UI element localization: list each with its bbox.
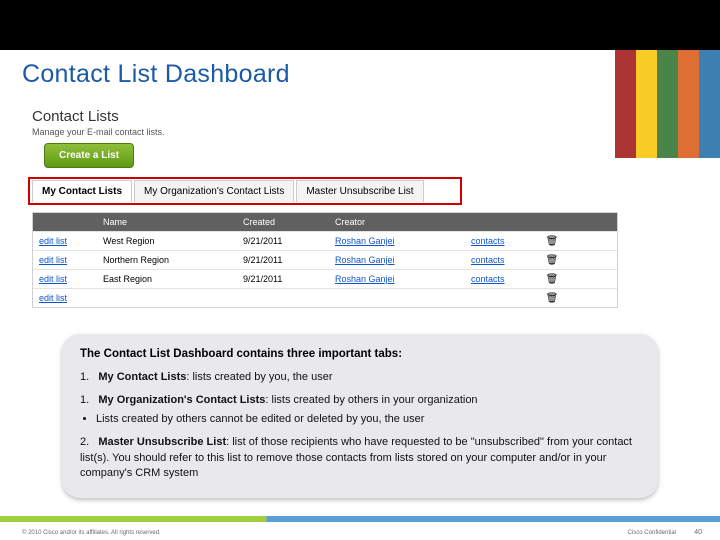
cell-creator[interactable]: Roshan Ganjei [335, 236, 471, 246]
info-callout: The Contact List Dashboard contains thre… [62, 334, 658, 498]
edit-list-link[interactable]: edit list [33, 255, 103, 265]
page-subtitle: Manage your E-mail contact lists. [32, 127, 618, 137]
tab-org-contact-lists[interactable]: My Organization's Contact Lists [134, 180, 294, 202]
table-row: edit list 🗑 [33, 288, 617, 307]
table-row: edit list East Region 9/21/2011 Roshan G… [33, 269, 617, 288]
decorative-photo-strip [615, 50, 720, 158]
contact-list-table: Name Created Creator edit list West Regi… [32, 212, 618, 308]
cell-created: 9/21/2011 [243, 274, 335, 284]
footer-page-number: 40 [694, 529, 702, 536]
cell-name: Northern Region [103, 255, 243, 265]
callout-subitem: Lists created by others cannot be edited… [96, 412, 640, 427]
table-row: edit list Northern Region 9/21/2011 Rosh… [33, 250, 617, 269]
callout-item-bold: Master Unsubscribe List [98, 436, 226, 448]
table-header-row: Name Created Creator [33, 213, 617, 231]
callout-item: 1. My Contact Lists: lists created by yo… [80, 370, 640, 385]
contacts-link[interactable]: contacts [471, 236, 537, 246]
footer-copyright: © 2010 Cisco and/or its affiliates. All … [22, 530, 161, 536]
callout-item-number: 1. [80, 394, 89, 406]
callout-title: The Contact List Dashboard contains thre… [80, 346, 640, 362]
tab-master-unsubscribe[interactable]: Master Unsubscribe List [296, 180, 423, 202]
cell-name: West Region [103, 236, 243, 246]
callout-item: 2. Master Unsubscribe List: list of thos… [80, 435, 640, 481]
top-black-band [0, 0, 720, 50]
edit-list-link[interactable]: edit list [33, 274, 103, 284]
callout-item-number: 2. [80, 436, 89, 448]
trash-icon[interactable]: 🗑 [537, 274, 567, 285]
create-list-button[interactable]: Create a List [44, 143, 134, 168]
cell-created: 9/21/2011 [243, 236, 335, 246]
callout-item: 1. My Organization's Contact Lists: list… [80, 393, 640, 427]
cell-creator[interactable]: Roshan Ganjei [335, 274, 471, 284]
footer-confidential: Cisco Confidential [628, 530, 676, 536]
callout-item-bold: My Contact Lists [98, 371, 186, 383]
table-header-name: Name [103, 217, 243, 227]
slide-title: Contact List Dashboard [22, 60, 290, 89]
callout-item-rest: : lists created by others in your organi… [265, 394, 477, 406]
table-row: edit list West Region 9/21/2011 Roshan G… [33, 231, 617, 250]
edit-list-link[interactable]: edit list [33, 236, 103, 246]
edit-list-link[interactable]: edit list [33, 293, 103, 303]
tabs-container: My Contact Lists My Organization's Conta… [32, 180, 618, 212]
trash-icon[interactable]: 🗑 [537, 236, 567, 247]
callout-item-number: 1. [80, 371, 89, 383]
contacts-link[interactable]: contacts [471, 274, 537, 284]
trash-icon[interactable]: 🗑 [537, 293, 567, 304]
page-heading: Contact Lists [32, 108, 618, 125]
cell-name: East Region [103, 274, 243, 284]
cell-creator[interactable]: Roshan Ganjei [335, 255, 471, 265]
cell-created: 9/21/2011 [243, 255, 335, 265]
footer-accent-bar [0, 516, 720, 522]
app-screenshot: Contact Lists Manage your E-mail contact… [32, 108, 618, 308]
callout-item-rest: : lists created by you, the user [186, 371, 332, 383]
table-header-creator: Creator [335, 217, 471, 227]
table-header-created: Created [243, 217, 335, 227]
contacts-link[interactable]: contacts [471, 255, 537, 265]
trash-icon[interactable]: 🗑 [537, 255, 567, 266]
tab-my-contact-lists[interactable]: My Contact Lists [32, 180, 132, 202]
callout-item-bold: My Organization's Contact Lists [98, 394, 265, 406]
